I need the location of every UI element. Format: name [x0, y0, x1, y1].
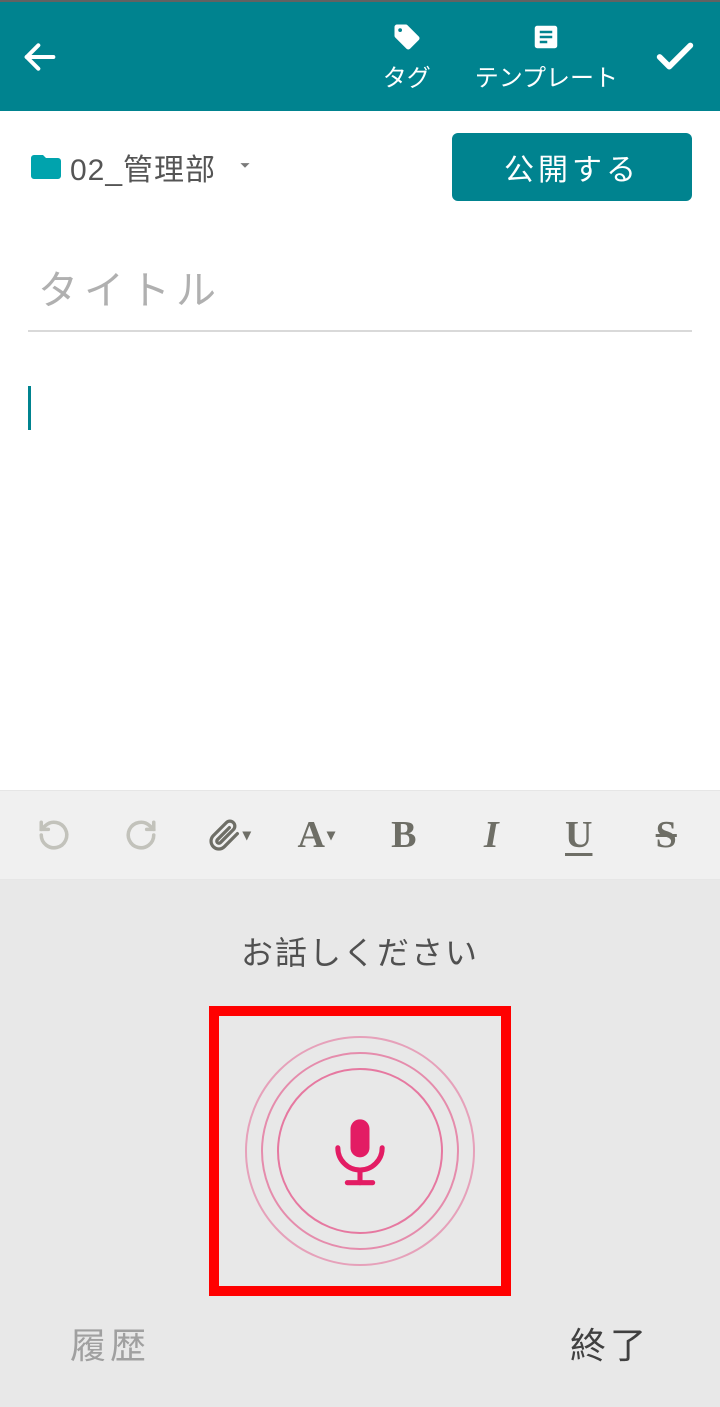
underline-icon: U — [565, 813, 592, 857]
highlight-box — [209, 1006, 511, 1296]
tag-label: タグ — [383, 58, 431, 93]
paperclip-icon — [207, 818, 241, 852]
redo-button[interactable] — [102, 805, 182, 865]
bold-icon: B — [391, 813, 416, 857]
strikethrough-button[interactable]: S — [627, 805, 707, 865]
title-section — [0, 213, 720, 332]
italic-button[interactable]: I — [452, 805, 532, 865]
end-button[interactable]: 終了 — [570, 1317, 650, 1369]
voice-footer: 履歴 終了 — [0, 1297, 720, 1407]
subheader: 02_管理部 公開する — [0, 111, 720, 213]
tag-button[interactable]: タグ — [361, 20, 453, 93]
attachment-button[interactable]: ▾ — [189, 805, 269, 865]
app-header: タグ テンプレート — [0, 0, 720, 111]
underline-button[interactable]: U — [539, 805, 619, 865]
tag-icon — [392, 22, 422, 52]
undo-button[interactable] — [14, 805, 94, 865]
mic-ring — [277, 1068, 443, 1234]
folder-name: 02_管理部 — [70, 145, 216, 189]
voice-prompt-text: お話しください — [241, 928, 479, 974]
format-toolbar: ▾ A▾ B I U S — [0, 790, 720, 880]
voice-input-panel: お話しください 履歴 終了 — [0, 880, 720, 1407]
italic-icon: I — [484, 813, 499, 857]
chevron-down-icon: ▾ — [243, 825, 251, 845]
undo-icon — [37, 818, 71, 852]
confirm-button[interactable] — [648, 30, 702, 84]
strikethrough-icon: S — [656, 813, 677, 857]
back-button[interactable] — [18, 35, 62, 79]
microphone-button[interactable] — [245, 1036, 475, 1266]
check-icon — [652, 34, 698, 80]
font-a-icon: A — [298, 813, 325, 857]
history-button[interactable]: 履歴 — [70, 1317, 150, 1369]
template-button[interactable]: テンプレート — [453, 20, 640, 93]
text-cursor — [28, 386, 31, 430]
arrow-left-icon — [20, 37, 60, 77]
template-icon — [531, 22, 561, 52]
template-label: テンプレート — [475, 58, 618, 93]
publish-button[interactable]: 公開する — [452, 133, 692, 201]
bold-button[interactable]: B — [364, 805, 444, 865]
font-button[interactable]: A▾ — [277, 805, 357, 865]
folder-icon — [28, 149, 64, 185]
chevron-down-icon — [234, 154, 256, 176]
redo-icon — [124, 818, 158, 852]
folder-selector[interactable]: 02_管理部 — [28, 145, 452, 189]
chevron-down-icon: ▾ — [327, 825, 335, 845]
title-input[interactable] — [28, 261, 692, 332]
body-section[interactable] — [0, 332, 720, 752]
